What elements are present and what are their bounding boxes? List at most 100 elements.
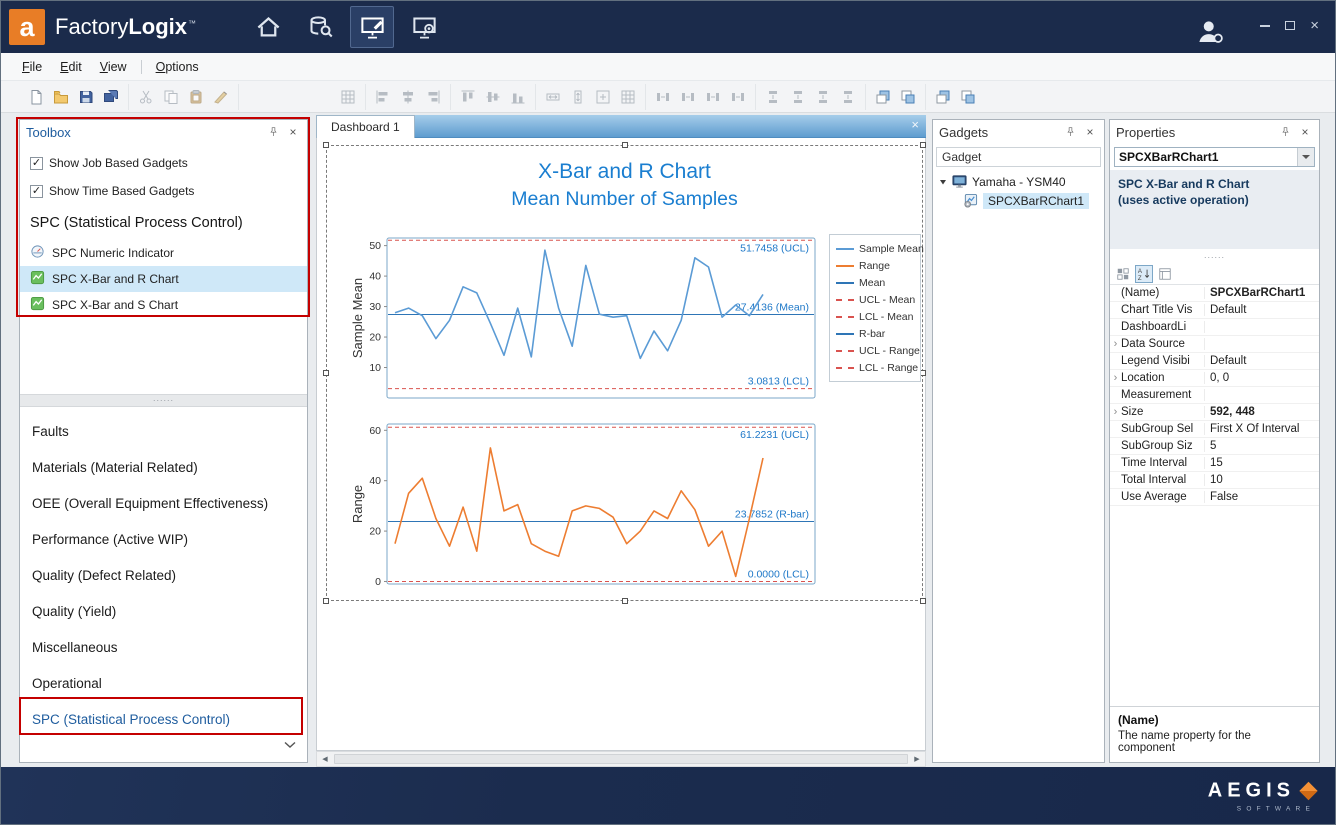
resize-handle-top[interactable] bbox=[622, 142, 628, 148]
resize-handle-bottom-left[interactable] bbox=[323, 598, 329, 604]
make-same-height-icon[interactable] bbox=[567, 86, 589, 108]
category-miscellaneous[interactable]: Miscellaneous bbox=[20, 629, 307, 665]
user-account-icon[interactable] bbox=[1194, 17, 1226, 52]
remove-horizontal-spacing-icon[interactable] bbox=[727, 86, 749, 108]
category-oee-overall-equipment-effectiveness[interactable]: OEE (Overall Equipment Effectiveness) bbox=[20, 485, 307, 521]
close-panel-icon[interactable]: × bbox=[1082, 124, 1098, 140]
bring-to-front-icon[interactable] bbox=[872, 86, 894, 108]
property-value[interactable]: 5 bbox=[1205, 440, 1319, 452]
home-icon[interactable] bbox=[246, 6, 290, 48]
property-row-dashboardli[interactable]: DashboardLi bbox=[1110, 319, 1319, 336]
tree-node-gadget[interactable]: SPCXBarRChart1 bbox=[933, 191, 1104, 210]
data-search-icon[interactable] bbox=[298, 6, 342, 48]
align-left-icon[interactable] bbox=[372, 86, 394, 108]
dropdown-arrow-icon[interactable] bbox=[1297, 148, 1314, 166]
increase-vertical-spacing-icon[interactable] bbox=[787, 86, 809, 108]
make-same-size-icon[interactable] bbox=[592, 86, 614, 108]
format-painter-icon[interactable] bbox=[210, 86, 232, 108]
tab-dashboard-1[interactable]: Dashboard 1 bbox=[316, 115, 415, 138]
send-to-back-icon[interactable] bbox=[897, 86, 919, 108]
categorized-view-icon[interactable] bbox=[1114, 265, 1132, 283]
process-settings-icon[interactable] bbox=[402, 6, 446, 48]
property-row-size[interactable]: ›Size592, 448 bbox=[1110, 404, 1319, 421]
maximize-icon[interactable] bbox=[1285, 21, 1295, 30]
save-all-icon[interactable] bbox=[100, 86, 122, 108]
resize-handle-left[interactable] bbox=[323, 370, 329, 376]
property-value[interactable]: 592, 448 bbox=[1205, 406, 1319, 418]
pin-icon[interactable] bbox=[1277, 124, 1293, 140]
align-bottom-icon[interactable] bbox=[507, 86, 529, 108]
menu-file[interactable]: File bbox=[13, 56, 51, 78]
size-to-grid-icon[interactable] bbox=[617, 86, 639, 108]
property-row-time-interval[interactable]: Time Interval15 bbox=[1110, 455, 1319, 472]
property-value[interactable]: 10 bbox=[1205, 474, 1319, 486]
property-value[interactable]: SPCXBarRChart1 bbox=[1205, 287, 1319, 299]
make-vertical-spacing-equal-icon[interactable] bbox=[762, 86, 784, 108]
scrollbar-thumb[interactable] bbox=[334, 754, 908, 764]
menu-options[interactable]: Options bbox=[147, 56, 208, 78]
close-tab-icon[interactable]: × bbox=[911, 118, 919, 131]
property-value[interactable]: False bbox=[1205, 491, 1319, 503]
property-row-measurement[interactable]: Measurement bbox=[1110, 387, 1319, 404]
expand-chevron-icon[interactable]: › bbox=[1110, 406, 1121, 418]
close-panel-icon[interactable]: × bbox=[1297, 124, 1313, 140]
open-file-icon[interactable] bbox=[50, 86, 72, 108]
make-horizontal-spacing-equal-icon[interactable] bbox=[652, 86, 674, 108]
paste-icon[interactable] bbox=[185, 86, 207, 108]
design-canvas[interactable]: X-Bar and R Chart Mean Number of Samples… bbox=[316, 138, 926, 751]
property-value[interactable]: First X Of Interval bbox=[1205, 423, 1319, 435]
close-window-icon[interactable]: × bbox=[1310, 21, 1319, 31]
pin-icon[interactable] bbox=[1062, 124, 1078, 140]
property-value[interactable]: Default bbox=[1205, 304, 1319, 316]
align-middle-icon[interactable] bbox=[482, 86, 504, 108]
property-row-data-source[interactable]: ›Data Source bbox=[1110, 336, 1319, 353]
cut-icon[interactable] bbox=[135, 86, 157, 108]
group-icon[interactable] bbox=[932, 86, 954, 108]
property-value[interactable]: 0, 0 bbox=[1205, 372, 1319, 384]
scroll-right-icon[interactable]: ▶ bbox=[909, 752, 925, 766]
category-materials-material-related[interactable]: Materials (Material Related) bbox=[20, 449, 307, 485]
sort-alphabetical-icon[interactable]: AZ bbox=[1135, 265, 1153, 283]
copy-icon[interactable] bbox=[160, 86, 182, 108]
make-same-width-icon[interactable] bbox=[542, 86, 564, 108]
expand-chevron-icon[interactable]: › bbox=[1110, 338, 1121, 350]
align-center-icon[interactable] bbox=[397, 86, 419, 108]
property-row-use-average[interactable]: Use AverageFalse bbox=[1110, 489, 1319, 506]
property-row-legend-visibi[interactable]: Legend VisibiDefault bbox=[1110, 353, 1319, 370]
menu-view[interactable]: View bbox=[91, 56, 136, 78]
property-row-chart-title-vis[interactable]: Chart Title VisDefault bbox=[1110, 302, 1319, 319]
expand-chevron-icon[interactable]: › bbox=[1110, 372, 1121, 384]
property-row-name[interactable]: (Name)SPCXBarRChart1 bbox=[1110, 285, 1319, 302]
decrease-horizontal-spacing-icon[interactable] bbox=[702, 86, 724, 108]
property-value[interactable]: 15 bbox=[1205, 457, 1319, 469]
property-row-subgroup-siz[interactable]: SubGroup Siz5 bbox=[1110, 438, 1319, 455]
chevron-down-icon[interactable] bbox=[283, 736, 297, 754]
menu-edit[interactable]: Edit bbox=[51, 56, 91, 78]
align-right-icon[interactable] bbox=[422, 86, 444, 108]
category-operational[interactable]: Operational bbox=[20, 665, 307, 701]
splitter-handle[interactable]: ...... bbox=[1110, 249, 1319, 263]
dashboard-designer-icon[interactable] bbox=[350, 6, 394, 48]
resize-handle-top-right[interactable] bbox=[920, 142, 926, 148]
remove-vertical-spacing-icon[interactable] bbox=[837, 86, 859, 108]
ungroup-icon[interactable] bbox=[957, 86, 979, 108]
property-row-total-interval[interactable]: Total Interval10 bbox=[1110, 472, 1319, 489]
increase-horizontal-spacing-icon[interactable] bbox=[677, 86, 699, 108]
property-row-subgroup-sel[interactable]: SubGroup SelFirst X Of Interval bbox=[1110, 421, 1319, 438]
category-performance-active-wip[interactable]: Performance (Active WIP) bbox=[20, 521, 307, 557]
splitter-handle[interactable]: ...... bbox=[20, 394, 307, 407]
minimize-icon[interactable] bbox=[1260, 25, 1270, 27]
snap-to-grid-icon[interactable] bbox=[337, 86, 359, 108]
new-file-icon[interactable] bbox=[25, 86, 47, 108]
property-value[interactable]: Default bbox=[1205, 355, 1319, 367]
scroll-left-icon[interactable]: ◀ bbox=[317, 752, 333, 766]
horizontal-scrollbar[interactable]: ◀ ▶ bbox=[316, 751, 926, 767]
align-top-icon[interactable] bbox=[457, 86, 479, 108]
resize-handle-bottom-right[interactable] bbox=[920, 598, 926, 604]
decrease-vertical-spacing-icon[interactable] bbox=[812, 86, 834, 108]
property-pages-icon[interactable] bbox=[1156, 265, 1174, 283]
property-row-location[interactable]: ›Location0, 0 bbox=[1110, 370, 1319, 387]
category-quality-yield[interactable]: Quality (Yield) bbox=[20, 593, 307, 629]
component-selector[interactable]: SPCXBarRChart1 bbox=[1114, 147, 1315, 167]
resize-handle-top-left[interactable] bbox=[323, 142, 329, 148]
